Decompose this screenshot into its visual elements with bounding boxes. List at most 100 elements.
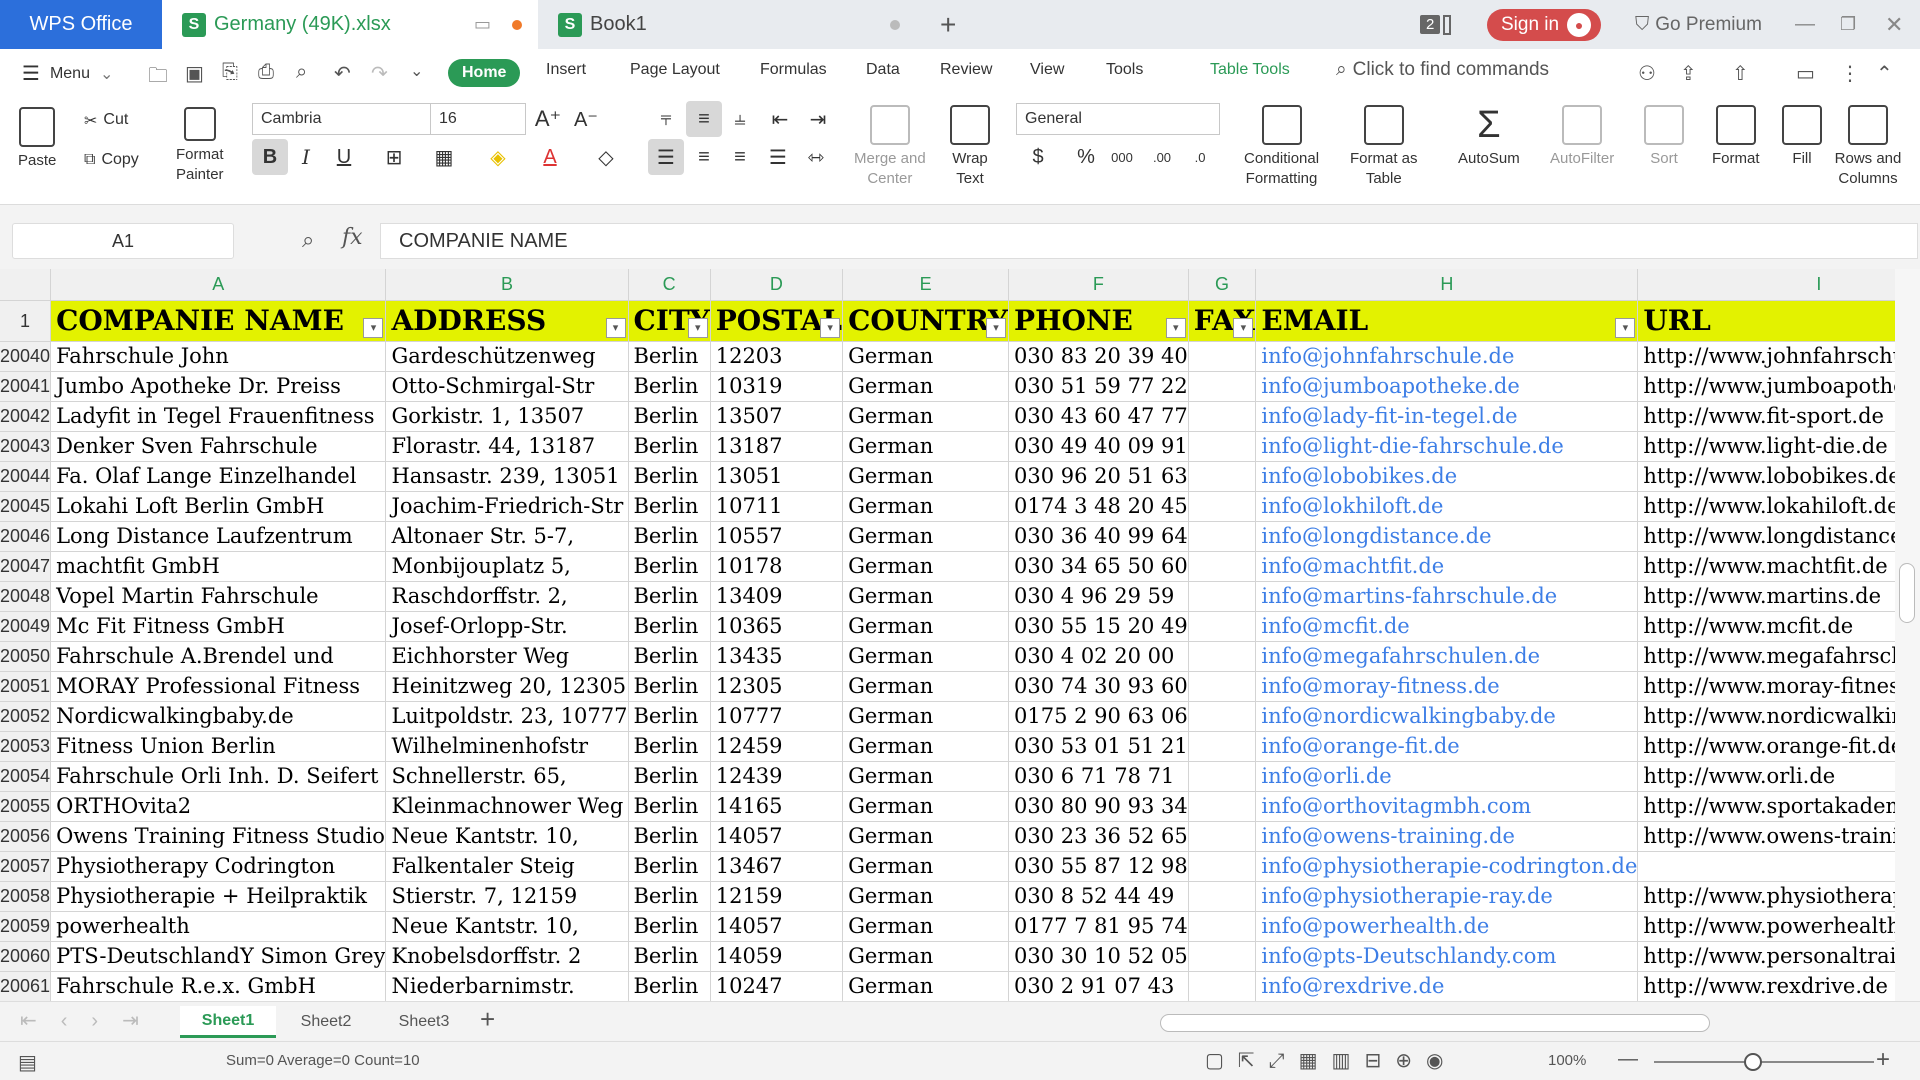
cell-c[interactable]: Berlin — [628, 881, 711, 912]
sign-in-button[interactable]: Sign in ● — [1487, 0, 1602, 49]
cell-d[interactable]: 14165 — [710, 791, 844, 822]
cell-i[interactable]: http://www.physiotherapie.de — [1637, 881, 1895, 912]
header-cell[interactable]: EMAIL ▾ — [1255, 300, 1639, 342]
cell-b[interactable]: Altonaer Str. 5-7, — [385, 521, 629, 552]
cell-h[interactable]: info@martins-fahrschule.de — [1255, 581, 1639, 612]
cell-e[interactable]: German — [842, 851, 1010, 882]
view-mode-icons[interactable]: ▢⇱⤢▦▥⊟⊕◉ — [1205, 1048, 1457, 1073]
cell-e[interactable]: German — [842, 551, 1010, 582]
merge-center-button[interactable]: Merge and Center — [854, 105, 926, 189]
cell-h[interactable]: info@owens-training.de — [1255, 821, 1639, 852]
cell-d[interactable]: 10178 — [710, 551, 844, 582]
row-number[interactable]: 20052 — [0, 701, 52, 732]
align-right-icon[interactable]: ≡ — [722, 139, 758, 175]
redo-icon[interactable]: ↷ — [371, 61, 388, 86]
vertical-scrollbar[interactable] — [1895, 269, 1920, 1001]
tab-data[interactable]: Data — [866, 61, 900, 79]
command-search[interactable]: ⌕ Click to find commands — [1336, 59, 1549, 81]
filter-dropdown-icon[interactable]: ▾ — [605, 317, 626, 338]
cell-b[interactable]: Josef-Orlopp-Str. — [385, 611, 629, 642]
zoom-out-button[interactable]: — — [1618, 1048, 1638, 1071]
cell-d[interactable]: 12203 — [710, 341, 844, 372]
cell-i[interactable]: http://www.light-die.de — [1637, 431, 1895, 462]
cell-h[interactable]: info@moray-fitness.de — [1255, 671, 1639, 702]
cell-a[interactable]: Nordicwalkingbaby.de — [50, 701, 387, 732]
cell-h[interactable]: info@mcfit.de — [1255, 611, 1639, 642]
borders-icon[interactable]: ⊞ — [376, 139, 412, 175]
tab-tools[interactable]: Tools — [1106, 61, 1143, 79]
cell-a[interactable]: Fitness Union Berlin — [50, 731, 387, 762]
cell-h[interactable]: info@lokhiloft.de — [1255, 491, 1639, 522]
cell-h[interactable]: info@physiotherapie-codrington.de — [1255, 851, 1639, 882]
cell-b[interactable]: Joachim-Friedrich-Str — [385, 491, 629, 522]
row-number[interactable]: 20045 — [0, 491, 52, 522]
wps-office-tab[interactable]: WPS Office — [0, 0, 162, 49]
cell-f[interactable]: 030 23 36 52 65 — [1008, 821, 1189, 852]
row-number[interactable]: 20041 — [0, 371, 52, 402]
cell-f[interactable]: 030 36 40 99 64 — [1008, 521, 1189, 552]
zoom-in-button[interactable]: + — [1876, 1046, 1890, 1074]
cell-d[interactable]: 12159 — [710, 881, 844, 912]
cell-f[interactable]: 030 49 40 09 91 — [1008, 431, 1189, 462]
column-header-i[interactable]: I — [1637, 269, 1895, 301]
cell-g[interactable] — [1188, 761, 1257, 792]
cell-g[interactable] — [1188, 731, 1257, 762]
cell-d[interactable]: 14057 — [710, 821, 844, 852]
cell-a[interactable]: powerhealth — [50, 911, 387, 942]
cell-e[interactable]: German — [842, 431, 1010, 462]
cell-e[interactable]: German — [842, 821, 1010, 852]
tab-formulas[interactable]: Formulas — [760, 61, 827, 79]
header-cell[interactable]: ADDRESS ▾ — [385, 300, 629, 342]
cell-e[interactable]: German — [842, 401, 1010, 432]
font-family-select[interactable]: Cambria — [252, 103, 432, 135]
row-number[interactable]: 20048 — [0, 581, 52, 612]
header-cell[interactable]: URL▾ — [1637, 300, 1895, 342]
align-left-icon[interactable]: ☰ — [648, 139, 684, 175]
cell-i[interactable]: http://www.moray-fitness.de — [1637, 671, 1895, 702]
cell-c[interactable]: Berlin — [628, 401, 711, 432]
cell-b[interactable]: Hansastr. 239, 13051 — [385, 461, 629, 492]
filter-dropdown-icon[interactable]: ▾ — [687, 317, 708, 338]
row-number[interactable]: 20059 — [0, 911, 52, 942]
sheet-nav-icons[interactable]: ⇤‹›⇥ — [20, 1008, 163, 1033]
cell-c[interactable]: Berlin — [628, 581, 711, 612]
cell-h[interactable]: info@megafahrschulen.de — [1255, 641, 1639, 672]
cell-e[interactable]: German — [842, 881, 1010, 912]
cell-c[interactable]: Berlin — [628, 341, 711, 372]
cell-f[interactable]: 030 83 20 39 40 — [1008, 341, 1189, 372]
cell-a[interactable]: Jumbo Apotheke Dr. Preiss — [50, 371, 387, 402]
number-format-select[interactable]: General — [1016, 103, 1220, 135]
cut-button[interactable]: ✂ Cut — [84, 111, 128, 131]
go-premium-button[interactable]: ⛉ Go Premium — [1635, 0, 1762, 49]
cell-f[interactable]: 030 55 87 12 98 — [1008, 851, 1189, 882]
cell-g[interactable] — [1188, 431, 1257, 462]
cell-e[interactable]: German — [842, 491, 1010, 522]
cell-e[interactable]: German — [842, 701, 1010, 732]
cell-b[interactable]: Monbijouplatz 5, — [385, 551, 629, 582]
comment-icon[interactable]: ▭ — [1796, 61, 1815, 86]
cell-e[interactable]: German — [842, 761, 1010, 792]
cell-e[interactable]: German — [842, 521, 1010, 552]
align-top-icon[interactable]: ⫧ — [648, 101, 684, 137]
cell-d[interactable]: 13467 — [710, 851, 844, 882]
underline-button[interactable]: U — [326, 139, 362, 175]
cell-c[interactable]: Berlin — [628, 851, 711, 882]
cell-b[interactable]: Knobelsdorffstr. 2 — [385, 941, 629, 972]
column-header-b[interactable]: B — [385, 269, 629, 301]
cell-c[interactable]: Berlin — [628, 941, 711, 972]
add-sheet-button[interactable]: + — [480, 1004, 495, 1035]
macro-icon[interactable]: ▤ — [18, 1050, 37, 1075]
cell-b[interactable]: Stierstr. 7, 12159 — [385, 881, 629, 912]
eraser-icon[interactable]: ◇ — [588, 139, 624, 175]
cell-a[interactable]: Fahrschule John — [50, 341, 387, 372]
decrease-decimal-icon[interactable]: .0 — [1182, 139, 1218, 175]
cell-f[interactable]: 030 80 90 93 34 — [1008, 791, 1189, 822]
cell-f[interactable]: 030 55 15 20 49 — [1008, 611, 1189, 642]
cell-e[interactable]: German — [842, 941, 1010, 972]
zoom-formula-icon[interactable]: ⌕ — [302, 227, 314, 253]
undo-icon[interactable]: ↶ — [334, 61, 351, 86]
sheet-tab-3[interactable]: Sheet3 — [376, 1006, 472, 1038]
cell-e[interactable]: German — [842, 611, 1010, 642]
cell-style-icon[interactable]: ▦ — [426, 139, 462, 175]
name-box[interactable]: A1 — [12, 223, 234, 259]
